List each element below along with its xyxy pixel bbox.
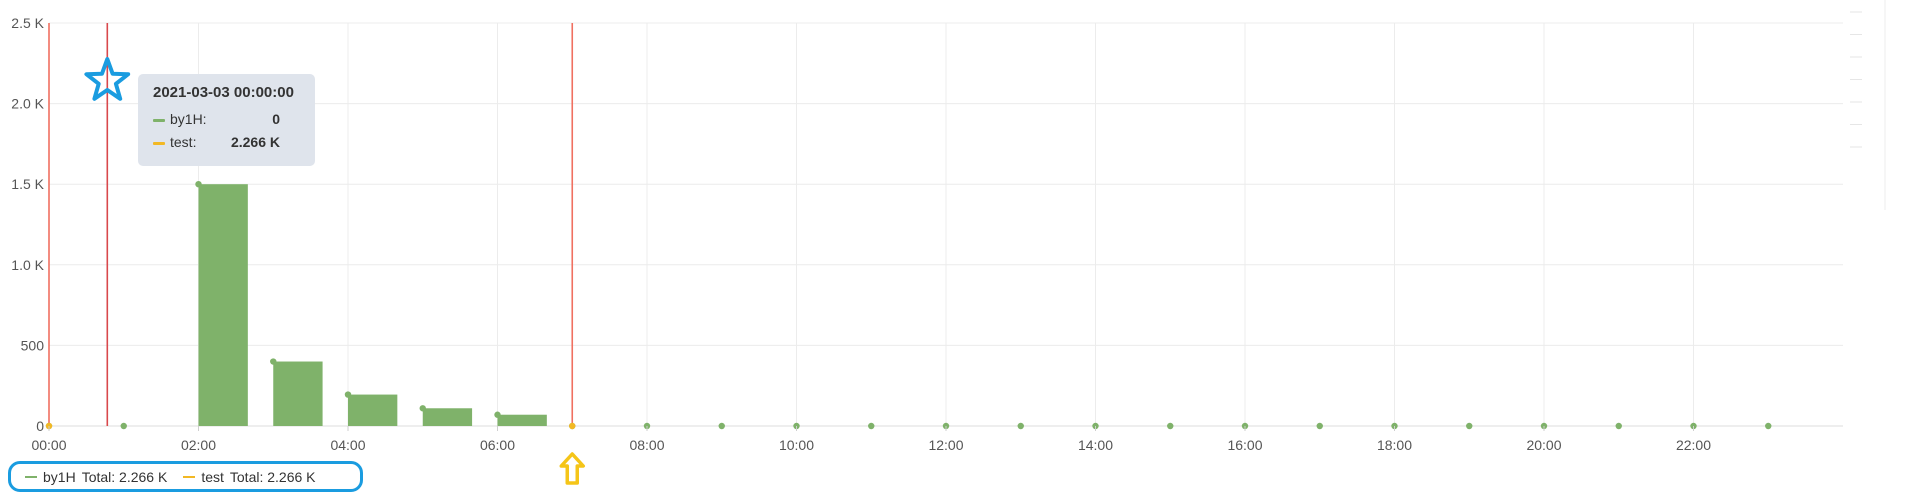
x-tick-label: 04:00 — [330, 437, 365, 453]
data-point — [569, 422, 576, 430]
tooltip-series-value: 0 — [272, 111, 280, 127]
x-tick-label: 08:00 — [629, 437, 664, 453]
chart-panel: 0 500 1.0 K 1.5 K 2.0 K 2.5 K 00:00 02:00 04:00 0… — [0, 0, 1905, 497]
legend: by1H Total: 2.266 K test Total: 2.266 K — [8, 461, 363, 492]
data-point — [1167, 422, 1174, 430]
y-tick-label: 2.0 K — [11, 96, 44, 112]
bar — [198, 184, 248, 426]
y-tick-label: 1.0 K — [11, 257, 44, 273]
x-tick-label: 20:00 — [1526, 437, 1561, 453]
x-tick-label: 22:00 — [1676, 437, 1711, 453]
legend-series-name: test — [201, 468, 224, 485]
bar — [422, 408, 473, 426]
series-swatch — [153, 142, 165, 145]
x-tick-label: 14:00 — [1078, 437, 1113, 453]
series-swatch — [153, 119, 165, 122]
y-tick-label: 1.5 K — [11, 176, 44, 192]
data-point — [718, 422, 725, 430]
data-point — [195, 181, 202, 188]
data-point — [344, 391, 352, 398]
tooltip-series-name: by1H: — [170, 111, 207, 127]
data-point — [120, 422, 127, 430]
bar — [348, 394, 398, 426]
bar — [497, 414, 547, 426]
bar — [273, 361, 323, 426]
data-point — [868, 422, 875, 430]
data-point — [1017, 422, 1024, 430]
data-point — [1466, 422, 1473, 430]
data-point — [419, 405, 426, 412]
arrow-up-icon — [559, 452, 585, 485]
legend-series-total: Total: 2.266 K — [81, 468, 168, 485]
x-tick-label: 16:00 — [1227, 437, 1262, 453]
tooltip-series-name: test: — [170, 134, 197, 150]
data-point — [1316, 422, 1323, 430]
data-point — [494, 411, 501, 418]
legend-swatch — [183, 475, 196, 478]
x-tick-label: 18:00 — [1377, 437, 1412, 453]
x-tick-label: 02:00 — [181, 437, 216, 453]
y-tick-label: 500 — [21, 337, 45, 353]
bars — [198, 184, 547, 426]
y-tick-label: 0 — [36, 418, 44, 434]
legend-swatch — [25, 475, 37, 478]
x-tick-label: 00:00 — [31, 437, 66, 453]
legend-series-total: Total: 2.266 K — [229, 468, 316, 485]
tooltip-title: 2021-03-03 00:00:00 — [153, 84, 294, 101]
tooltip: 2021-03-03 00:00:00 by1H: 0 test: 2.266 … — [138, 74, 315, 166]
x-tick-label: 06:00 — [480, 437, 515, 453]
legend-item-test[interactable]: test Total: 2.266 K — [183, 468, 316, 485]
x-tick-label: 10:00 — [779, 437, 814, 453]
tooltip-row-by1h: by1H: 0 — [153, 111, 300, 134]
legend-series-name: by1H — [43, 468, 76, 485]
data-point — [1765, 422, 1772, 430]
y-tick-label: 2.5 K — [11, 15, 44, 31]
tooltip-row-test: test: 2.266 K — [153, 134, 300, 157]
x-tick-label: 12:00 — [928, 437, 963, 453]
tooltip-series-value: 2.266 K — [230, 134, 280, 150]
legend-item-by1h[interactable]: by1H Total: 2.266 K — [25, 469, 167, 485]
right-minor-axis — [1850, 0, 1886, 210]
data-point — [1615, 422, 1622, 430]
data-point — [270, 358, 277, 365]
